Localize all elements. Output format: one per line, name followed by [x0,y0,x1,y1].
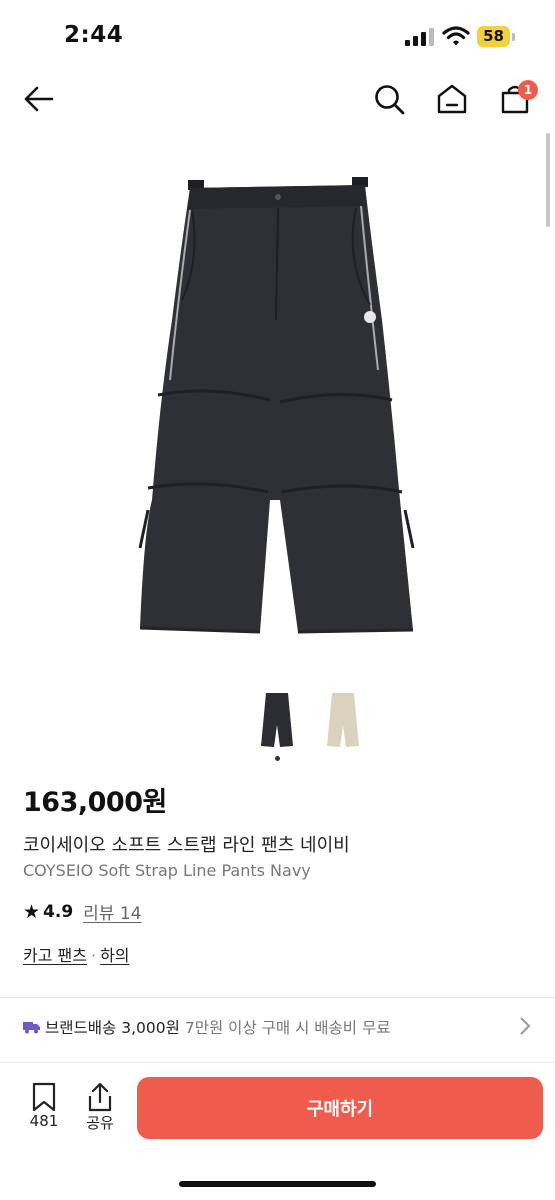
subcategory-link[interactable]: 하의 [100,946,129,965]
arrow-left-icon[interactable] [22,82,56,116]
home-icon[interactable] [435,82,469,116]
thumbnail-navy[interactable] [256,690,298,750]
buy-button[interactable]: 구매하기 [137,1077,543,1139]
cart-count-badge: 1 [518,80,538,100]
bookmark-count: 481 [29,1112,59,1130]
bookmark-button[interactable]: 481 [22,1080,66,1136]
category-breadcrumb: 카고 팬츠 · 하의 [23,942,130,966]
free-shipping-condition: 7만원 이상 구매 시 배송비 무료 [184,1019,391,1037]
share-icon [88,1082,112,1112]
home-indicator [179,1181,376,1187]
category-separator: · [90,946,97,965]
star-icon: ★ [23,900,41,923]
divider [0,1062,555,1063]
cellular-signal-icon [405,28,434,46]
wifi-icon [442,26,470,46]
battery-tip [512,33,515,41]
review-link[interactable]: 리뷰 14 [83,899,141,924]
shipping-info-row[interactable]: 브랜드배송 3,000원 7만원 이상 구매 시 배송비 무료 [23,1014,535,1040]
share-button[interactable]: 공유 [78,1080,122,1136]
product-name-korean: 코이세이오 소프트 스트랩 라인 팬츠 네이비 [23,835,350,856]
thumbnail-beige[interactable] [322,690,364,750]
battery-indicator: 58 [477,26,510,47]
status-bar: 2:44 58 [0,0,555,70]
shipping-fee: 브랜드배송 3,000원 [45,1019,180,1037]
bookmark-icon [32,1082,56,1112]
status-time: 2:44 [64,22,124,48]
search-icon[interactable] [372,82,406,116]
product-price: 163,000원 [23,787,167,818]
product-image[interactable] [130,170,425,640]
rating-row: ★ 4.9 리뷰 14 [23,899,142,925]
divider [0,997,555,998]
truck-icon [23,1021,40,1033]
rating-score: 4.9 [43,901,74,922]
product-name-english: COYSEIO Soft Strap Line Pants Navy [23,861,311,880]
top-nav [0,70,555,126]
category-link[interactable]: 카고 팬츠 [23,946,87,965]
thumbnail-indicator-dot [275,756,280,761]
chevron-right-icon [520,1017,531,1035]
scrollbar[interactable] [546,133,550,227]
share-label: 공유 [86,1114,114,1132]
